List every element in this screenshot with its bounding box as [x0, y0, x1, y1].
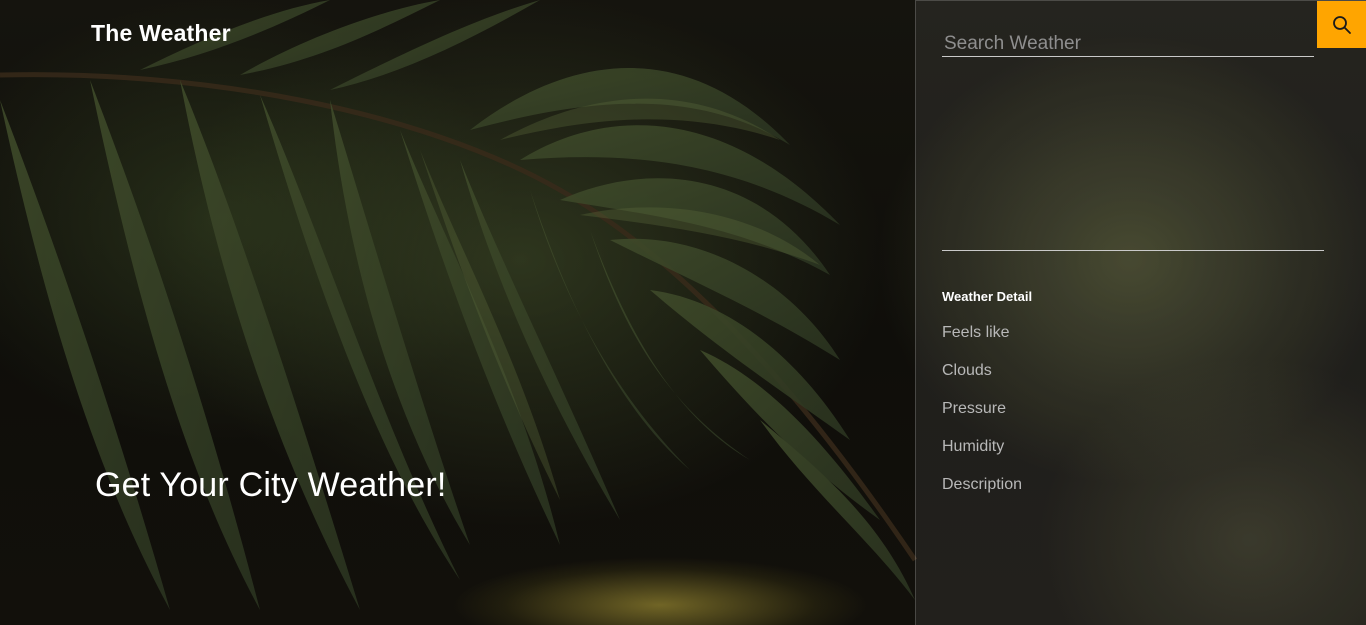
detail-feels-like: Feels like	[942, 324, 1010, 341]
weather-detail-list: Feels like Clouds Pressure Humidity Desc…	[942, 324, 1032, 514]
detail-pressure: Pressure	[942, 400, 1007, 417]
panel-divider	[942, 250, 1324, 251]
brand-title: The Weather	[91, 20, 231, 46]
weather-app: The Weather Get Your City Weather! Weath…	[0, 0, 1366, 625]
detail-clouds: Clouds	[942, 362, 992, 379]
detail-description: Description	[942, 476, 1023, 493]
weather-panel: Weather Detail Feels like Clouds Pressur…	[915, 0, 1366, 625]
search-input[interactable]	[942, 31, 1314, 57]
site-header: The Weather	[91, 20, 231, 47]
detail-humidity: Humidity	[942, 438, 1005, 455]
search-button[interactable]	[1317, 1, 1366, 48]
hero-title: Get Your City Weather!	[95, 466, 447, 504]
weather-details: Weather Detail Feels like Clouds Pressur…	[942, 289, 1032, 514]
weather-details-title: Weather Detail	[942, 289, 1033, 304]
search-icon	[1332, 15, 1351, 34]
search-form	[942, 31, 1314, 57]
